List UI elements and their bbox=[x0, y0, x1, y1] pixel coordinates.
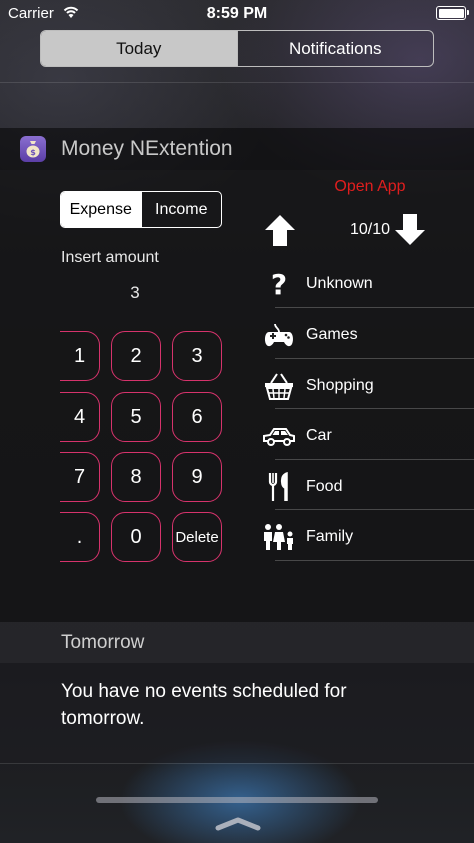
shopping-basket-icon bbox=[262, 369, 296, 403]
divider bbox=[0, 82, 474, 83]
category-divider bbox=[275, 459, 474, 460]
category-unknown[interactable]: ? Unknown bbox=[262, 259, 474, 309]
key-4[interactable]: 4 bbox=[60, 392, 100, 442]
key-6[interactable]: 6 bbox=[172, 392, 222, 442]
money-bag-icon: $ bbox=[20, 136, 46, 162]
delete-button[interactable]: Delete bbox=[172, 512, 222, 562]
open-app-link[interactable]: Open App bbox=[310, 178, 430, 196]
battery-icon bbox=[436, 6, 469, 20]
gamepad-icon bbox=[262, 318, 296, 352]
income-option[interactable]: Income bbox=[140, 192, 222, 227]
category-label: Shopping bbox=[306, 377, 374, 394]
category-label: Family bbox=[306, 528, 354, 545]
category-games[interactable]: Games bbox=[262, 310, 474, 360]
amount-value: 3 bbox=[130, 283, 140, 302]
key-5[interactable]: 5 bbox=[111, 392, 161, 442]
key-7[interactable]: 7 bbox=[60, 452, 100, 502]
no-events-message: You have no events scheduled for tomorro… bbox=[61, 681, 347, 729]
car-icon bbox=[262, 419, 296, 453]
key-3[interactable]: 3 bbox=[172, 331, 222, 381]
category-label: Unknown bbox=[306, 275, 373, 292]
expense-income-toggle: Expense Income bbox=[60, 191, 222, 228]
category-family[interactable]: Family bbox=[262, 512, 474, 562]
question-mark-icon: ? bbox=[262, 267, 296, 301]
status-bar: Carrier 8:59 PM bbox=[0, 0, 474, 28]
status-time: 8:59 PM bbox=[206, 5, 268, 22]
svg-text:$: $ bbox=[30, 148, 36, 157]
insert-amount-label: Insert amount bbox=[61, 249, 159, 266]
view-switcher: Today Notifications bbox=[40, 30, 434, 67]
chevron-up-icon[interactable] bbox=[214, 815, 262, 831]
category-divider bbox=[275, 358, 474, 359]
category-divider bbox=[275, 307, 474, 308]
key-1[interactable]: 1 bbox=[60, 331, 100, 381]
tomorrow-title: Tomorrow bbox=[61, 632, 145, 653]
family-icon bbox=[262, 520, 296, 554]
category-food[interactable]: Food bbox=[262, 462, 474, 512]
category-divider bbox=[275, 408, 474, 409]
category-label: Food bbox=[306, 478, 343, 495]
category-divider bbox=[275, 560, 474, 561]
key-2[interactable]: 2 bbox=[111, 331, 161, 381]
widget-title[interactable]: Money NExtention bbox=[61, 137, 233, 161]
category-label: Car bbox=[306, 427, 332, 444]
svg-text:?: ? bbox=[271, 270, 287, 298]
arrow-up-icon[interactable] bbox=[263, 213, 297, 247]
expense-option[interactable]: Expense bbox=[61, 192, 141, 227]
category-car[interactable]: Car bbox=[262, 411, 474, 461]
category-label: Games bbox=[306, 326, 358, 343]
scroll-indicator bbox=[96, 797, 378, 803]
key-decimal[interactable]: . bbox=[60, 512, 100, 562]
key-0[interactable]: 0 bbox=[111, 512, 161, 562]
arrow-down-icon[interactable] bbox=[393, 213, 427, 247]
fork-knife-icon bbox=[262, 470, 296, 504]
category-divider bbox=[275, 509, 474, 510]
key-9[interactable]: 9 bbox=[172, 452, 222, 502]
divider bbox=[0, 763, 474, 764]
key-8[interactable]: 8 bbox=[111, 452, 161, 502]
category-shopping[interactable]: Shopping bbox=[262, 361, 474, 411]
tab-today[interactable]: Today bbox=[41, 31, 237, 66]
tab-notifications[interactable]: Notifications bbox=[236, 31, 434, 66]
